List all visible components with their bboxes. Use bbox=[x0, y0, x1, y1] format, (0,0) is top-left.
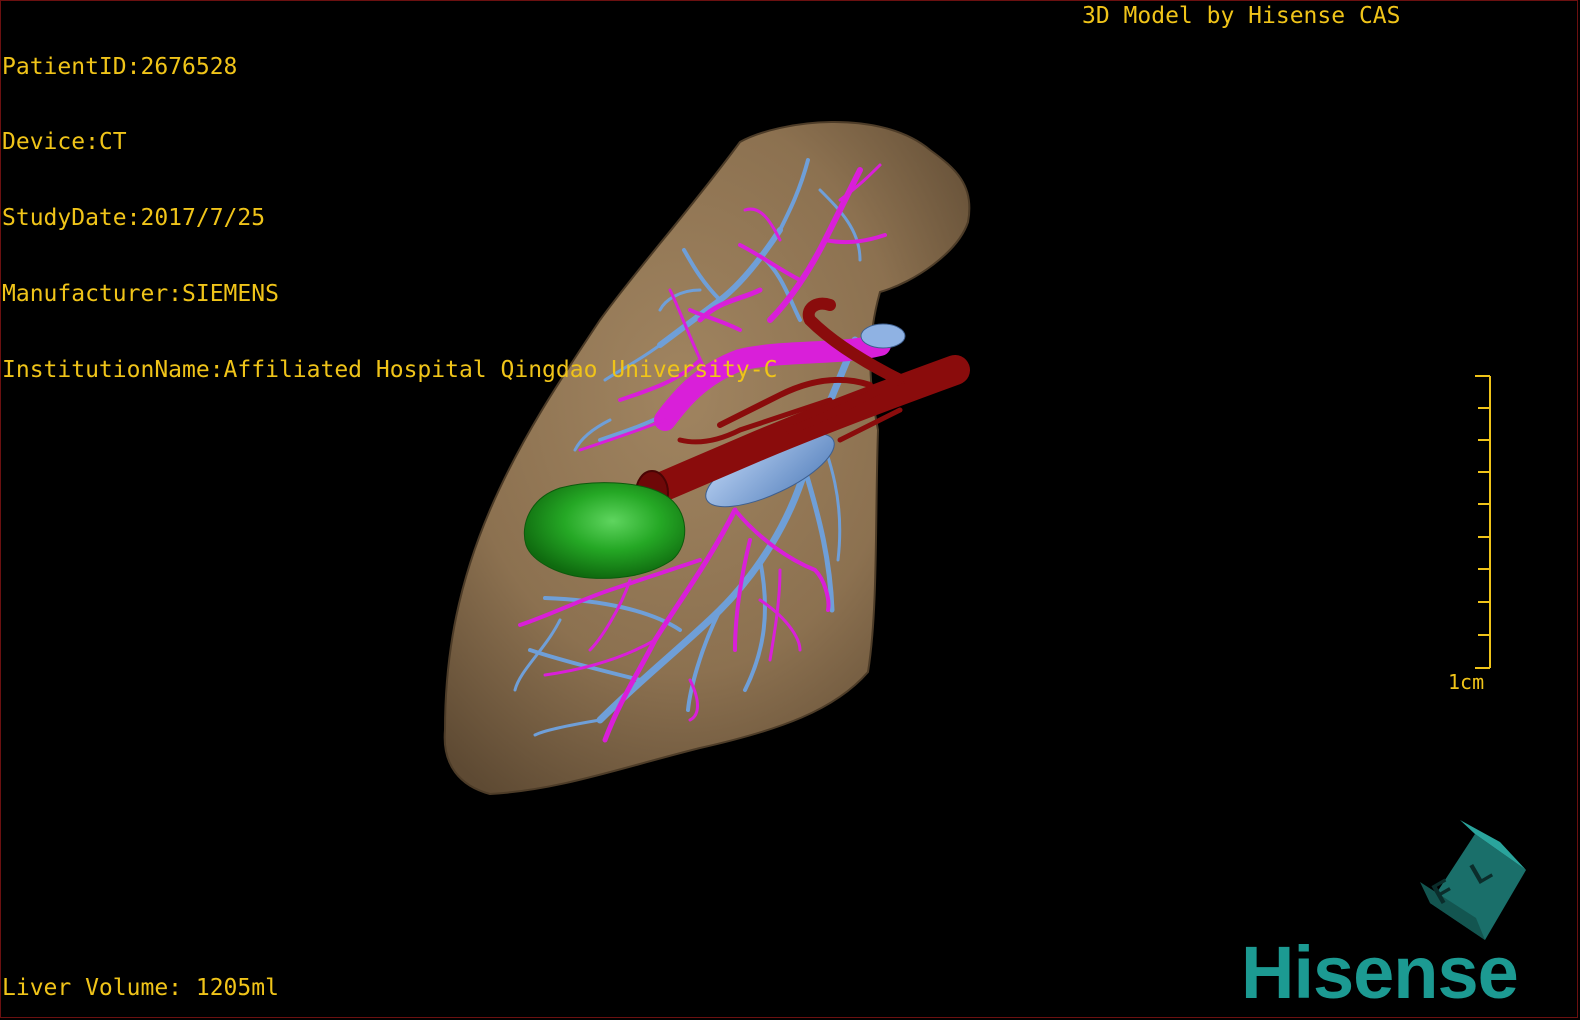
patient-id: PatientID:2676528 bbox=[2, 53, 238, 80]
liver-volume: Liver Volume: 1205ml bbox=[2, 975, 279, 1001]
study-date: StudyDate:2017/7/25 bbox=[2, 205, 266, 232]
manufacturer: Manufacturer:SIEMENS bbox=[2, 281, 279, 308]
scale-bar bbox=[1475, 375, 1491, 669]
institution-name: InstitutionName:Affiliated Hospital Qing… bbox=[2, 357, 778, 384]
tumor-green bbox=[523, 482, 686, 579]
dicom-info: PatientID:2676528 Device:CT StudyDate:20… bbox=[2, 4, 777, 409]
hisense-logo: Hisense bbox=[1241, 931, 1519, 1014]
ivc-top bbox=[860, 323, 906, 349]
scale-label: 1cm bbox=[1448, 670, 1485, 694]
orientation-cube-icon: F L bbox=[1420, 820, 1526, 940]
model-title: 3D Model by Hisense CAS bbox=[1082, 3, 1401, 29]
device: Device:CT bbox=[2, 129, 127, 156]
